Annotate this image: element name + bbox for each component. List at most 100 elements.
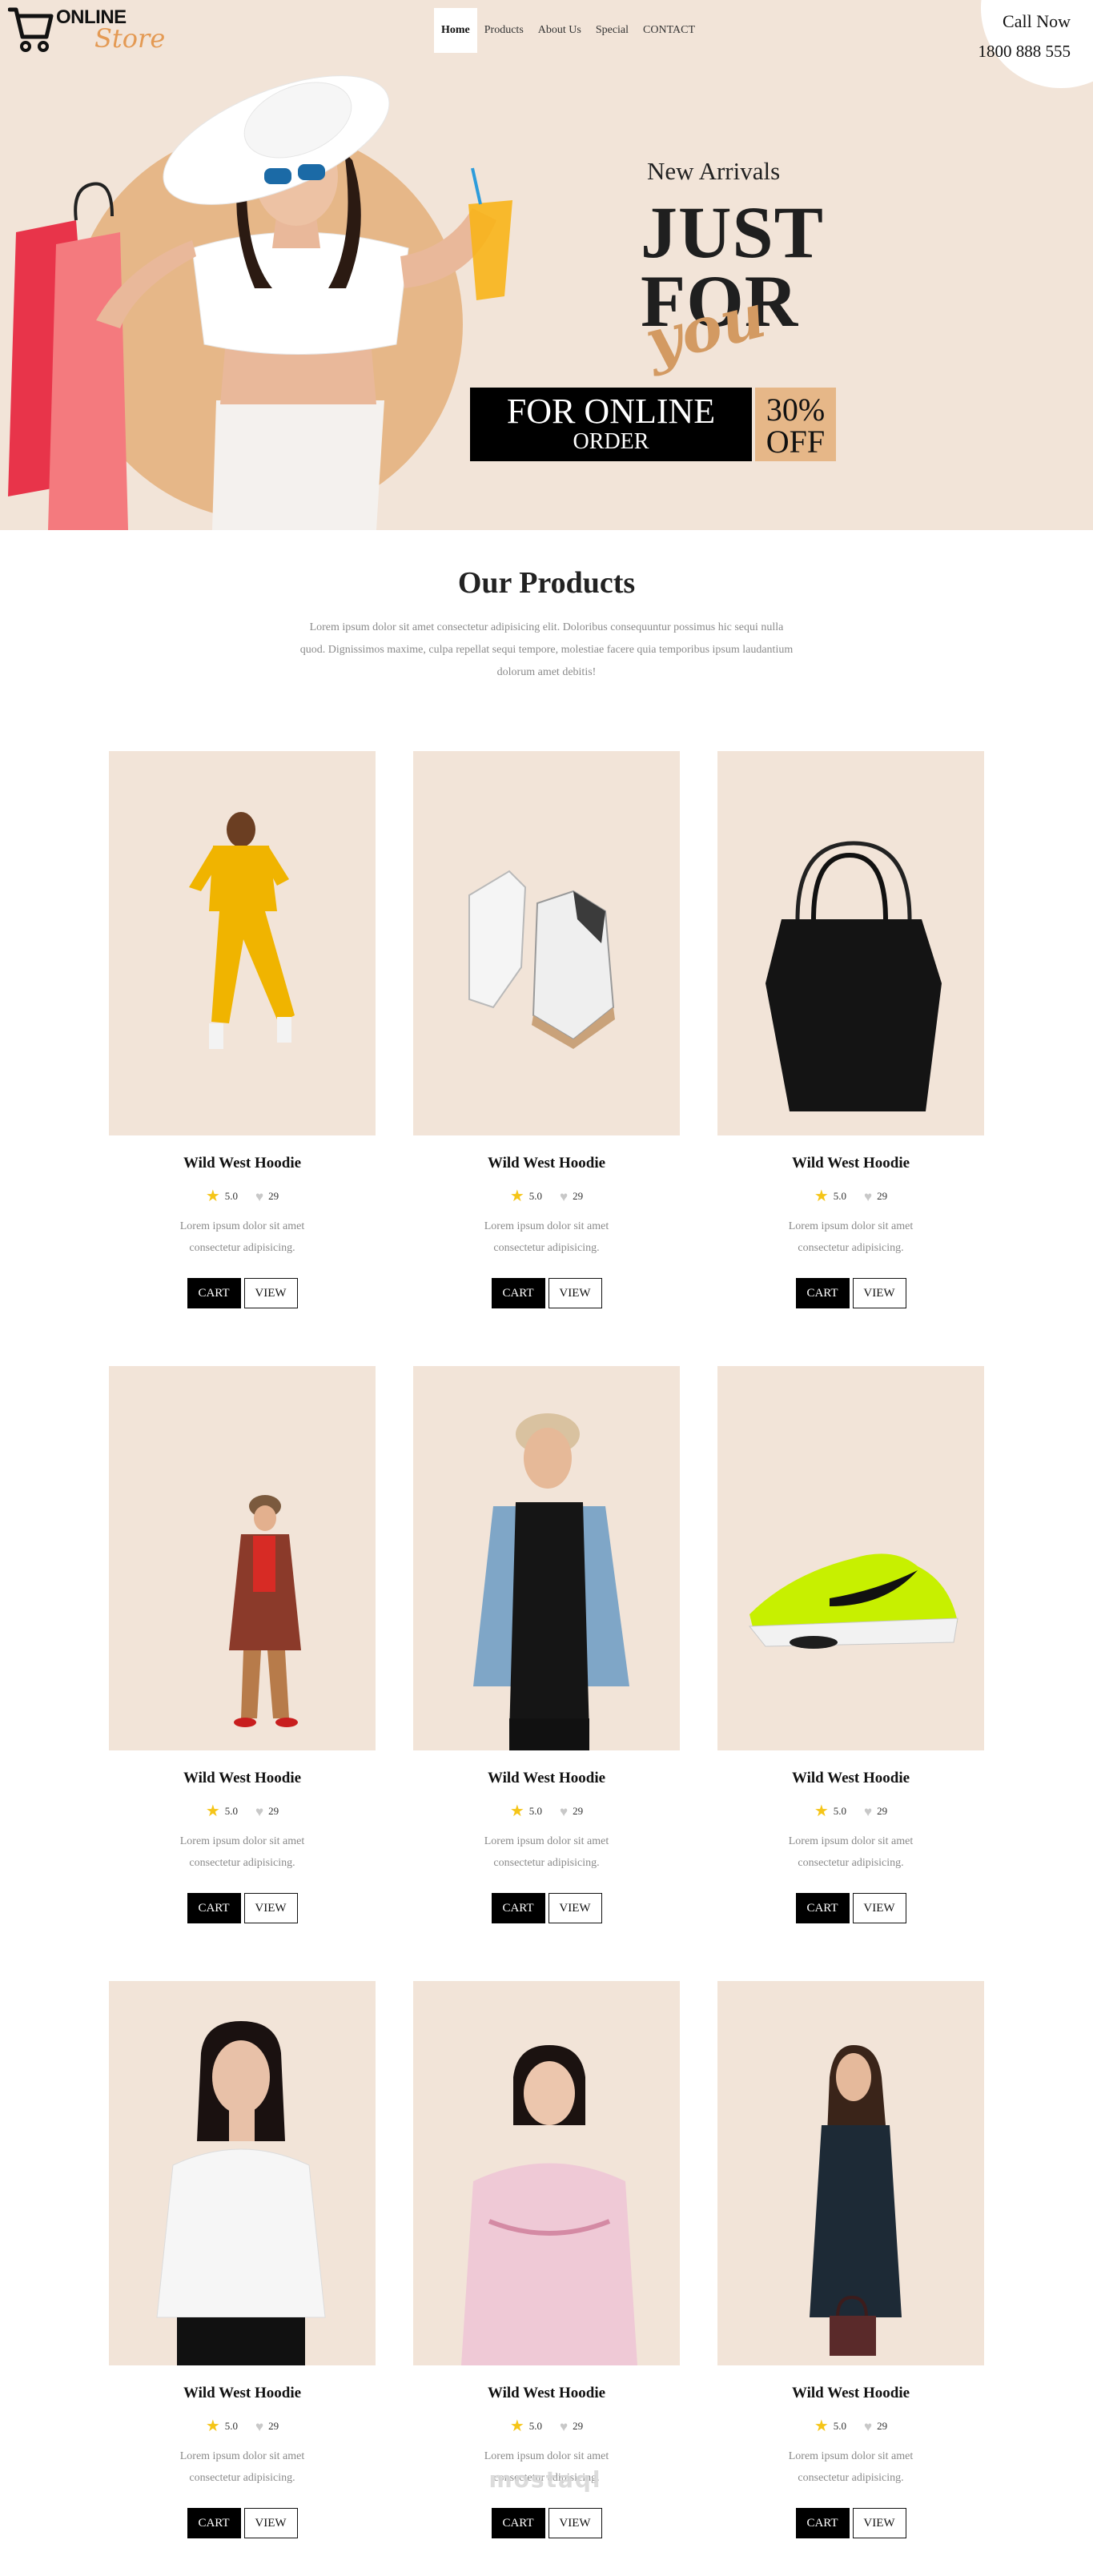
- product-rating: 5.0: [833, 1805, 847, 1817]
- product-actions: CART VIEW: [717, 2508, 984, 2538]
- star-icon: ★: [509, 2417, 524, 2435]
- star-icon: ★: [205, 1802, 220, 1820]
- product-name[interactable]: Wild West Hoodie: [109, 1155, 376, 1172]
- man-denim-jacket-image: [473, 1413, 629, 1750]
- add-to-cart-button[interactable]: CART: [491, 2508, 545, 2538]
- heart-icon[interactable]: ♥: [864, 1190, 872, 1204]
- product-name[interactable]: Wild West Hoodie: [413, 1155, 680, 1172]
- product-description: Lorem ipsum dolor sit amet consectetur a…: [788, 2450, 914, 2484]
- product-image[interactable]: [109, 1366, 376, 1750]
- product-image[interactable]: [109, 1981, 376, 2365]
- star-icon: ★: [205, 2417, 220, 2435]
- view-product-button[interactable]: VIEW: [243, 2508, 298, 2538]
- view-product-button[interactable]: VIEW: [852, 1278, 906, 1308]
- view-product-button[interactable]: VIEW: [548, 2508, 602, 2538]
- product-actions: CART VIEW: [109, 2508, 376, 2538]
- product-description: Lorem ipsum dolor sit amet consectetur a…: [484, 1835, 609, 1869]
- product-actions: CART VIEW: [413, 2508, 680, 2538]
- watermark: mostaql: [488, 2466, 602, 2493]
- product-actions: CART VIEW: [717, 1278, 984, 1308]
- product-actions: CART VIEW: [413, 1893, 680, 1923]
- heart-icon[interactable]: ♥: [255, 1805, 263, 1818]
- call-now-block: Call Now 1800 888 555: [978, 11, 1071, 62]
- product-name[interactable]: Wild West Hoodie: [717, 1155, 984, 1172]
- product-likes: 29: [573, 2420, 584, 2432]
- product-card: Wild West Hoodie ★ 5.0 ♥ 29 Lorem ipsum …: [109, 1981, 376, 2553]
- product-rating: 5.0: [528, 1190, 543, 1202]
- heart-icon[interactable]: ♥: [255, 1190, 263, 1204]
- add-to-cart-button[interactable]: CART: [491, 1893, 545, 1923]
- view-product-button[interactable]: VIEW: [548, 1278, 602, 1308]
- hero-headline-line1: JUST: [641, 191, 824, 273]
- add-to-cart-button[interactable]: CART: [795, 1278, 850, 1308]
- phone-number[interactable]: 1800 888 555: [978, 42, 1071, 62]
- product-card: Wild West Hoodie ★ 5.0 ♥ 29 Lorem ipsum …: [413, 751, 680, 1323]
- view-product-button[interactable]: VIEW: [243, 1278, 298, 1308]
- product-likes: 29: [268, 2420, 279, 2432]
- product-image[interactable]: [413, 1366, 680, 1750]
- white-high-top-sneakers-image: [468, 870, 615, 1049]
- nav-item-home[interactable]: Home: [434, 8, 477, 53]
- heart-icon[interactable]: ♥: [255, 2420, 263, 2433]
- product-image[interactable]: [413, 1981, 680, 2365]
- heart-icon[interactable]: ♥: [560, 1805, 568, 1818]
- woman-patterned-coat-image: [229, 1495, 301, 1727]
- product-name[interactable]: Wild West Hoodie: [717, 1770, 984, 1787]
- product-card: Wild West Hoodie ★ 5.0 ♥ 29 Lorem ipsum …: [413, 1366, 680, 1938]
- product-image[interactable]: [109, 751, 376, 1135]
- product-name[interactable]: Wild West Hoodie: [413, 1770, 680, 1787]
- neon-running-shoe-image: [748, 1553, 958, 1649]
- view-product-button[interactable]: VIEW: [852, 2508, 906, 2538]
- woman-white-ruffle-blouse-image: [156, 2021, 326, 2365]
- add-to-cart-button[interactable]: CART: [491, 1278, 545, 1308]
- view-product-button[interactable]: VIEW: [243, 1893, 298, 1923]
- product-image[interactable]: [413, 751, 680, 1135]
- heart-icon[interactable]: ♥: [560, 2420, 568, 2433]
- products-section-title: Our Products: [457, 566, 636, 600]
- product-description: Lorem ipsum dolor sit amet consectetur a…: [179, 2450, 305, 2484]
- nav-item-contact[interactable]: CONTACT: [636, 8, 702, 53]
- product-stats: ★ 5.0 ♥ 29: [717, 2418, 984, 2434]
- product-image[interactable]: [717, 1366, 984, 1750]
- product-name[interactable]: Wild West Hoodie: [109, 2385, 376, 2402]
- product-likes: 29: [877, 2420, 888, 2432]
- product-rating: 5.0: [224, 1190, 239, 1202]
- product-rating: 5.0: [528, 2420, 543, 2432]
- promo-line-2: ORDER: [573, 429, 649, 454]
- add-to-cart-button[interactable]: CART: [187, 1893, 241, 1923]
- product-description: Lorem ipsum dolor sit amet consectetur a…: [484, 1220, 609, 1254]
- product-image[interactable]: [717, 751, 984, 1135]
- product-rating: 5.0: [224, 1805, 239, 1817]
- star-icon: ★: [205, 1188, 220, 1205]
- product-actions: CART VIEW: [717, 1893, 984, 1923]
- nav-item-special[interactable]: Special: [589, 8, 636, 53]
- products-section-description: Lorem ipsum dolor sit amet consectetur a…: [299, 621, 794, 678]
- view-product-button[interactable]: VIEW: [548, 1893, 602, 1923]
- add-to-cart-button[interactable]: CART: [795, 2508, 850, 2538]
- add-to-cart-button[interactable]: CART: [187, 1278, 241, 1308]
- heart-icon[interactable]: ♥: [864, 2420, 872, 2433]
- nav-item-about-us[interactable]: About Us: [531, 8, 589, 53]
- add-to-cart-button[interactable]: CART: [795, 1893, 850, 1923]
- product-name[interactable]: Wild West Hoodie: [717, 2385, 984, 2402]
- black-tote-bag-image: [766, 841, 942, 1111]
- view-product-button[interactable]: VIEW: [852, 1893, 906, 1923]
- promo-discount: 30% OFF: [755, 388, 836, 461]
- product-stats: ★ 5.0 ♥ 29: [109, 1188, 376, 1204]
- product-rating: 5.0: [833, 1190, 847, 1202]
- product-description: Lorem ipsum dolor sit amet consectetur a…: [179, 1835, 305, 1869]
- heart-icon[interactable]: ♥: [560, 1190, 568, 1204]
- product-description: Lorem ipsum dolor sit amet consectetur a…: [788, 1835, 914, 1869]
- product-name[interactable]: Wild West Hoodie: [413, 2385, 680, 2402]
- discount-percent: 30%: [766, 392, 826, 428]
- product-actions: CART VIEW: [109, 1278, 376, 1308]
- heart-icon[interactable]: ♥: [864, 1805, 872, 1818]
- woman-yellow-tracksuit-image: [189, 812, 295, 1049]
- product-name[interactable]: Wild West Hoodie: [109, 1770, 376, 1787]
- add-to-cart-button[interactable]: CART: [187, 2508, 241, 2538]
- star-icon: ★: [509, 1188, 524, 1205]
- star-icon: ★: [509, 1802, 524, 1820]
- nav-item-products[interactable]: Products: [477, 8, 531, 53]
- star-icon: ★: [814, 2417, 829, 2435]
- product-image[interactable]: [717, 1981, 984, 2365]
